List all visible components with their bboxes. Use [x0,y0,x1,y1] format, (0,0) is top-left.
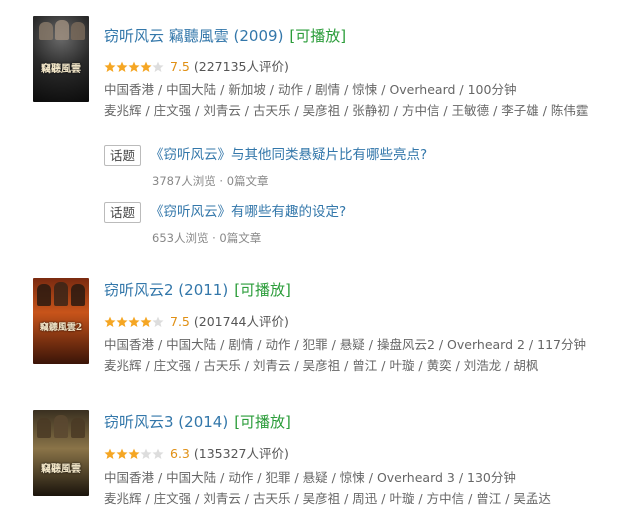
movie-title-link[interactable]: 窃听风云2 (2011) [104,281,228,299]
rating-stars [104,61,164,73]
star-filled-icon [116,448,128,459]
playable-link[interactable]: [可播放] [234,281,291,299]
movie-poster[interactable]: 竊聽風雲 [33,16,89,102]
movie-title-link[interactable]: 窃听风云3 (2014) [104,413,228,431]
poster-title-text: 竊聽風雲 [41,64,81,75]
topic-link[interactable]: 《窃听风云》与其他同类悬疑片比有哪些亮点? [150,145,427,165]
topic-stats: 653人浏览 · 0篇文章 [152,231,262,245]
star-filled-icon [128,316,140,327]
star-filled-icon [128,61,140,72]
movie-poster[interactable]: 竊聽風雲 [33,410,89,496]
topic-stats: 3787人浏览 · 0篇文章 [152,174,269,188]
rating-score: 6.3 [170,446,190,461]
movie-cast: 麦兆辉 / 庄文强 / 刘青云 / 古天乐 / 吴彦祖 / 周迅 / 叶璇 / … [104,491,551,506]
playable-link[interactable]: [可播放] [234,413,291,431]
playable-link[interactable]: [可播放] [289,27,346,45]
rating-votes: (135327人评价) [193,446,289,461]
star-filled-icon [104,316,116,327]
topic-link[interactable]: 《窃听风云》有哪些有趣的设定? [150,202,346,222]
poster-title-text: 竊聽風雲 [41,464,81,475]
star-filled-icon [104,448,116,459]
movie-meta: 中国香港 / 中国大陆 / 新加坡 / 动作 / 剧情 / 惊悚 / Overh… [104,82,517,97]
star-filled-icon [104,61,116,72]
rating-score: 7.5 [170,59,190,74]
topic-badge: 话题 [104,145,142,166]
movie-title-link[interactable]: 窃听风云 竊聽風雲 (2009) [104,27,283,45]
movie-cast: 麦兆辉 / 庄文强 / 刘青云 / 古天乐 / 吴彦祖 / 张静初 / 方中信 … [104,103,589,118]
rating-votes: (201744人评价) [193,314,289,329]
poster-title-text: 竊聽風雲2 [39,323,83,333]
star-filled-icon [128,448,140,459]
rating-stars [104,316,164,328]
rating-score: 7.5 [170,314,190,329]
topic-badge: 话题 [104,202,142,223]
star-filled-icon [116,316,128,327]
star-filled-icon [116,61,128,72]
star-empty-icon [140,448,152,459]
star-empty-icon [152,61,164,72]
star-filled-icon [140,61,152,72]
star-empty-icon [152,448,164,459]
star-filled-icon [140,316,152,327]
movie-meta: 中国香港 / 中国大陆 / 剧情 / 动作 / 犯罪 / 悬疑 / 操盘风云2 … [104,337,586,352]
star-empty-icon [152,316,164,327]
movie-meta: 中国香港 / 中国大陆 / 动作 / 犯罪 / 悬疑 / 惊悚 / Overhe… [104,470,516,485]
movie-cast: 麦兆辉 / 庄文强 / 古天乐 / 刘青云 / 吴彦祖 / 曾江 / 叶璇 / … [104,358,539,373]
movie-poster[interactable]: 竊聽風雲2 [33,278,89,364]
rating-stars [104,448,164,460]
rating-votes: (227135人评价) [193,59,289,74]
